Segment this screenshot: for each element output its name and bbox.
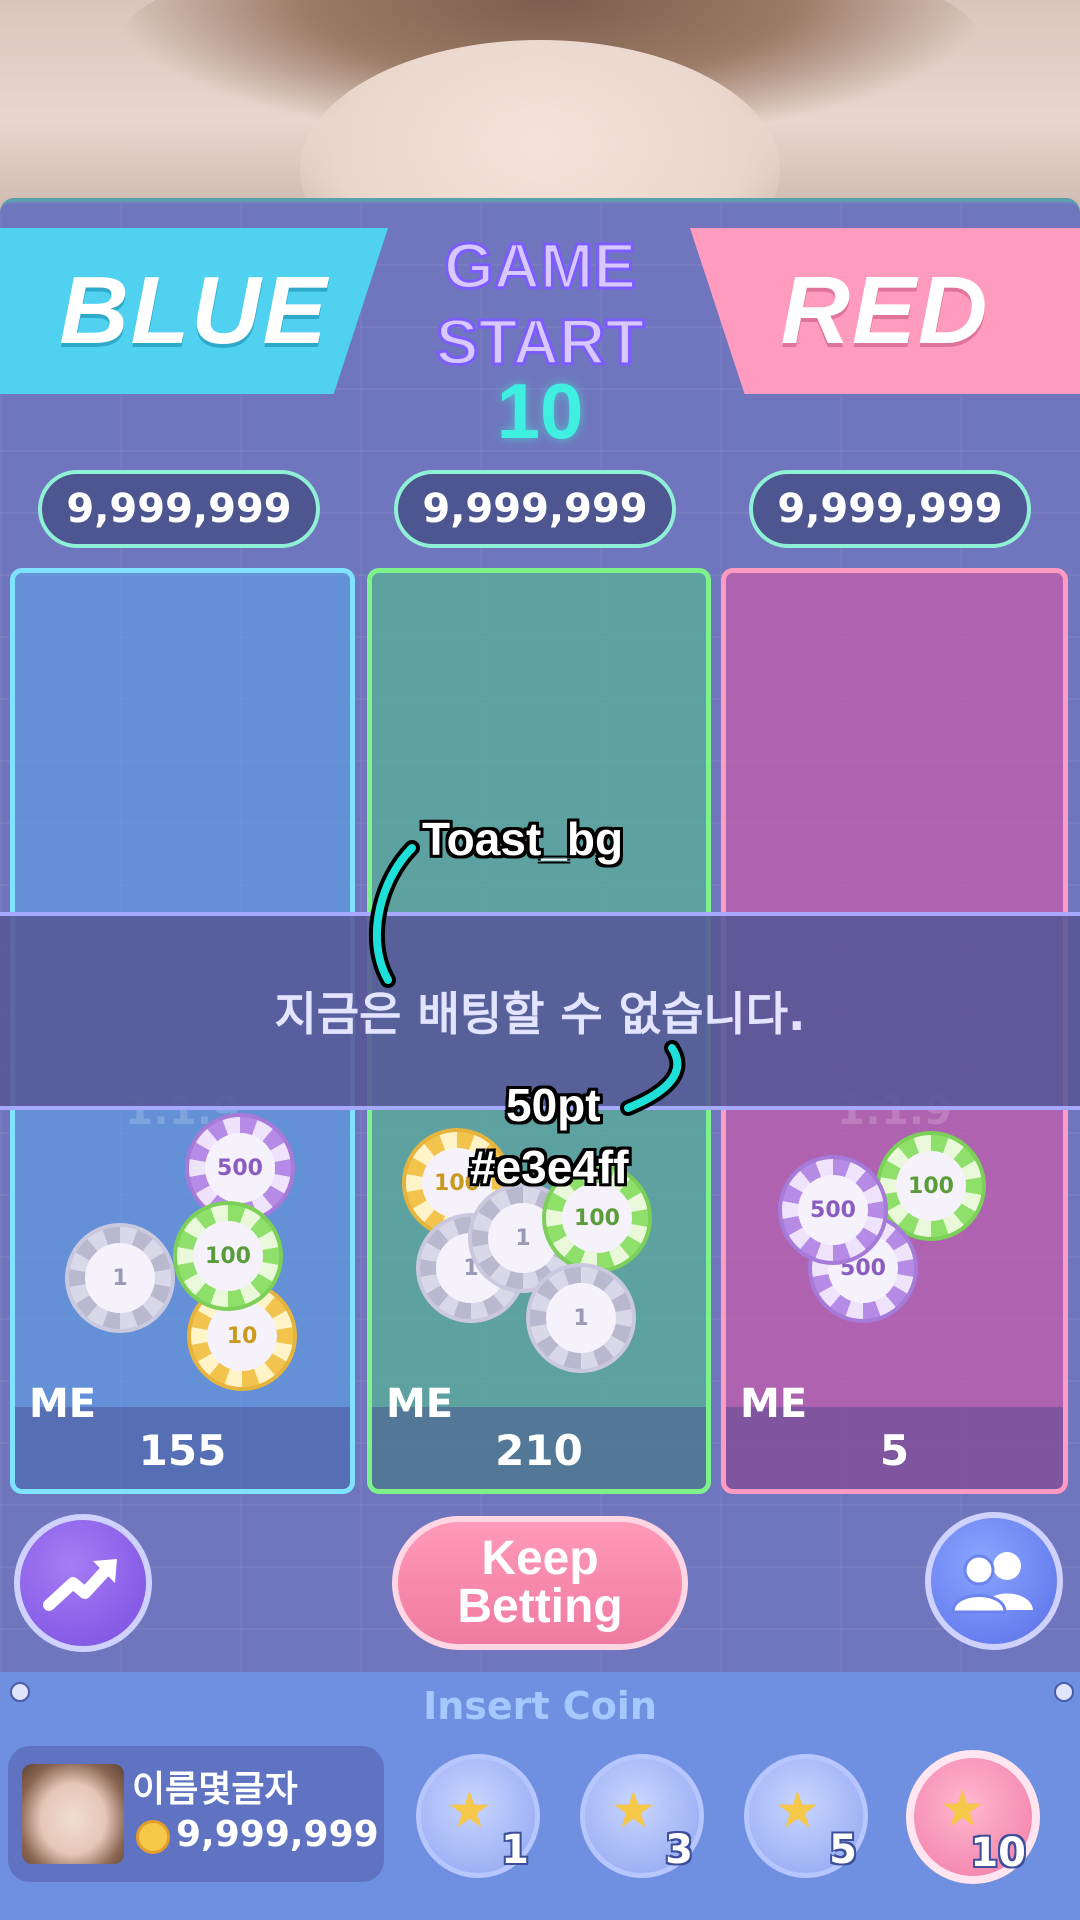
coin-count: 3 <box>665 1827 693 1873</box>
annotation-font-size: 50pt <box>506 1079 601 1131</box>
users-button[interactable] <box>925 1512 1063 1650</box>
users-icon <box>951 1552 1033 1614</box>
annotation-font-color: #e3e4ff <box>470 1141 629 1193</box>
coin-count: 10 <box>970 1830 1026 1876</box>
star-coin-icon: ★ <box>447 1781 492 1839</box>
insert-coin-5-button[interactable]: ★ 5 <box>744 1754 868 1878</box>
insert-coin-10-button[interactable]: ★ 10 <box>906 1750 1040 1884</box>
trend-arrow-icon <box>43 1559 117 1611</box>
star-coin-icon: ★ <box>775 1781 820 1839</box>
trend-button[interactable] <box>14 1514 152 1652</box>
insert-coin-3-button[interactable]: ★ 3 <box>580 1754 704 1878</box>
profile-card: 이름몇글자 9,999,999 <box>8 1746 384 1882</box>
coin-count: 1 <box>501 1827 529 1873</box>
annotation-toast-bg: Toast_bg <box>422 813 624 865</box>
insert-coin-title: Insert Coin <box>423 1684 657 1728</box>
keep-betting-button[interactable]: Keep Betting <box>392 1516 688 1650</box>
profile-balance: 9,999,999 <box>176 1814 379 1855</box>
profile-name: 이름몇글자 <box>132 1769 298 1810</box>
star-coin-icon: ★ <box>611 1781 656 1839</box>
coin-icon <box>136 1820 170 1854</box>
avatar <box>22 1764 124 1864</box>
insert-coin-1-button[interactable]: ★ 1 <box>416 1754 540 1878</box>
betting-label: Betting <box>457 1580 623 1633</box>
keep-label: Keep <box>481 1532 599 1585</box>
coin-count: 5 <box>829 1827 857 1873</box>
